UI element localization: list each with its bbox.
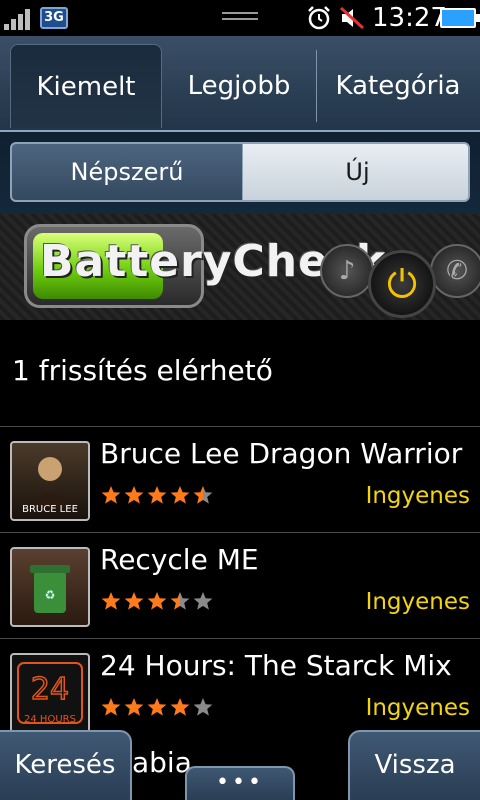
power-icon: ⏻ [368,250,436,318]
app-name: 24 Hours: The Starck Mix [100,649,452,682]
tab-divider [316,50,317,122]
star-icon [170,698,190,716]
promo-banner[interactable]: BatteryCheck ♪ ✆ ⏻ [0,214,480,320]
tab-legjobb[interactable]: Legjobb [164,44,314,128]
svg-text:24: 24 [31,672,69,707]
clock: 13:27 [372,3,447,33]
battery-icon [440,8,480,28]
segment-bar: Népszerű Új [0,132,480,214]
segment-nepszeru[interactable]: Népszerű [12,144,242,200]
segment-uj[interactable]: Új [242,144,468,200]
star-icon [193,592,213,610]
star-icon [170,592,190,610]
rating-stars [100,697,215,717]
star-icon [101,486,121,504]
app-thumbnail: ♻ [10,547,90,627]
status-bar: 3G 13:27 [0,0,480,36]
list-item[interactable]: 24 24 HOURS 24 Hours: The Starck Mix Ing… [0,638,480,744]
network-3g-icon: 3G [40,7,68,29]
tab-kategoria[interactable]: Kategória [318,44,478,128]
tab-kiemelt[interactable]: Kiemelt [10,44,162,128]
segmented-control: Népszerű Új [10,142,470,202]
handle-icon[interactable] [222,12,258,24]
rating-stars [100,485,215,505]
star-icon [193,486,213,504]
list-item[interactable]: ♻ Recycle ME Ingyenes [0,532,480,638]
mute-icon [339,6,365,30]
update-available-text[interactable]: 1 frissítés elérhető [12,354,273,387]
app-thumbnail: BRUCE LEE [10,441,90,521]
list-item-partial[interactable]: abia [132,746,192,779]
search-button[interactable]: Keresés [0,730,132,800]
alarm-icon [308,6,330,30]
tab-bar: Kiemelt Legjobb Kategória [0,36,480,132]
app-name: Bruce Lee Dragon Warrior [100,437,463,470]
list-item[interactable]: BRUCE LEE Bruce Lee Dragon Warrior Ingye… [0,426,480,532]
thumb-caption: BRUCE LEE [22,504,78,515]
star-icon [147,592,167,610]
app-name: Recycle ME [100,543,259,576]
app-price: Ingyenes [365,589,470,615]
star-icon [124,486,144,504]
star-icon [101,592,121,610]
signal-icon [4,6,36,30]
star-icon [170,486,190,504]
svg-text:♻: ♻ [45,588,56,602]
star-icon [147,698,167,716]
bottom-bar: abia Keresés ••• Vissza [0,730,480,800]
star-icon [147,486,167,504]
star-icon [124,698,144,716]
music-note-icon: ♪ [320,244,374,298]
rating-stars [100,591,215,611]
back-button[interactable]: Vissza [348,730,480,800]
app-price: Ingyenes [365,483,470,509]
thumb-caption: 24 HOURS [24,714,76,725]
star-icon [124,592,144,610]
star-icon [193,698,213,716]
star-icon [101,698,121,716]
app-price: Ingyenes [365,695,470,721]
more-button[interactable]: ••• [185,766,295,800]
phone-icon: ✆ [430,244,480,298]
app-thumbnail: 24 24 HOURS [10,653,90,733]
